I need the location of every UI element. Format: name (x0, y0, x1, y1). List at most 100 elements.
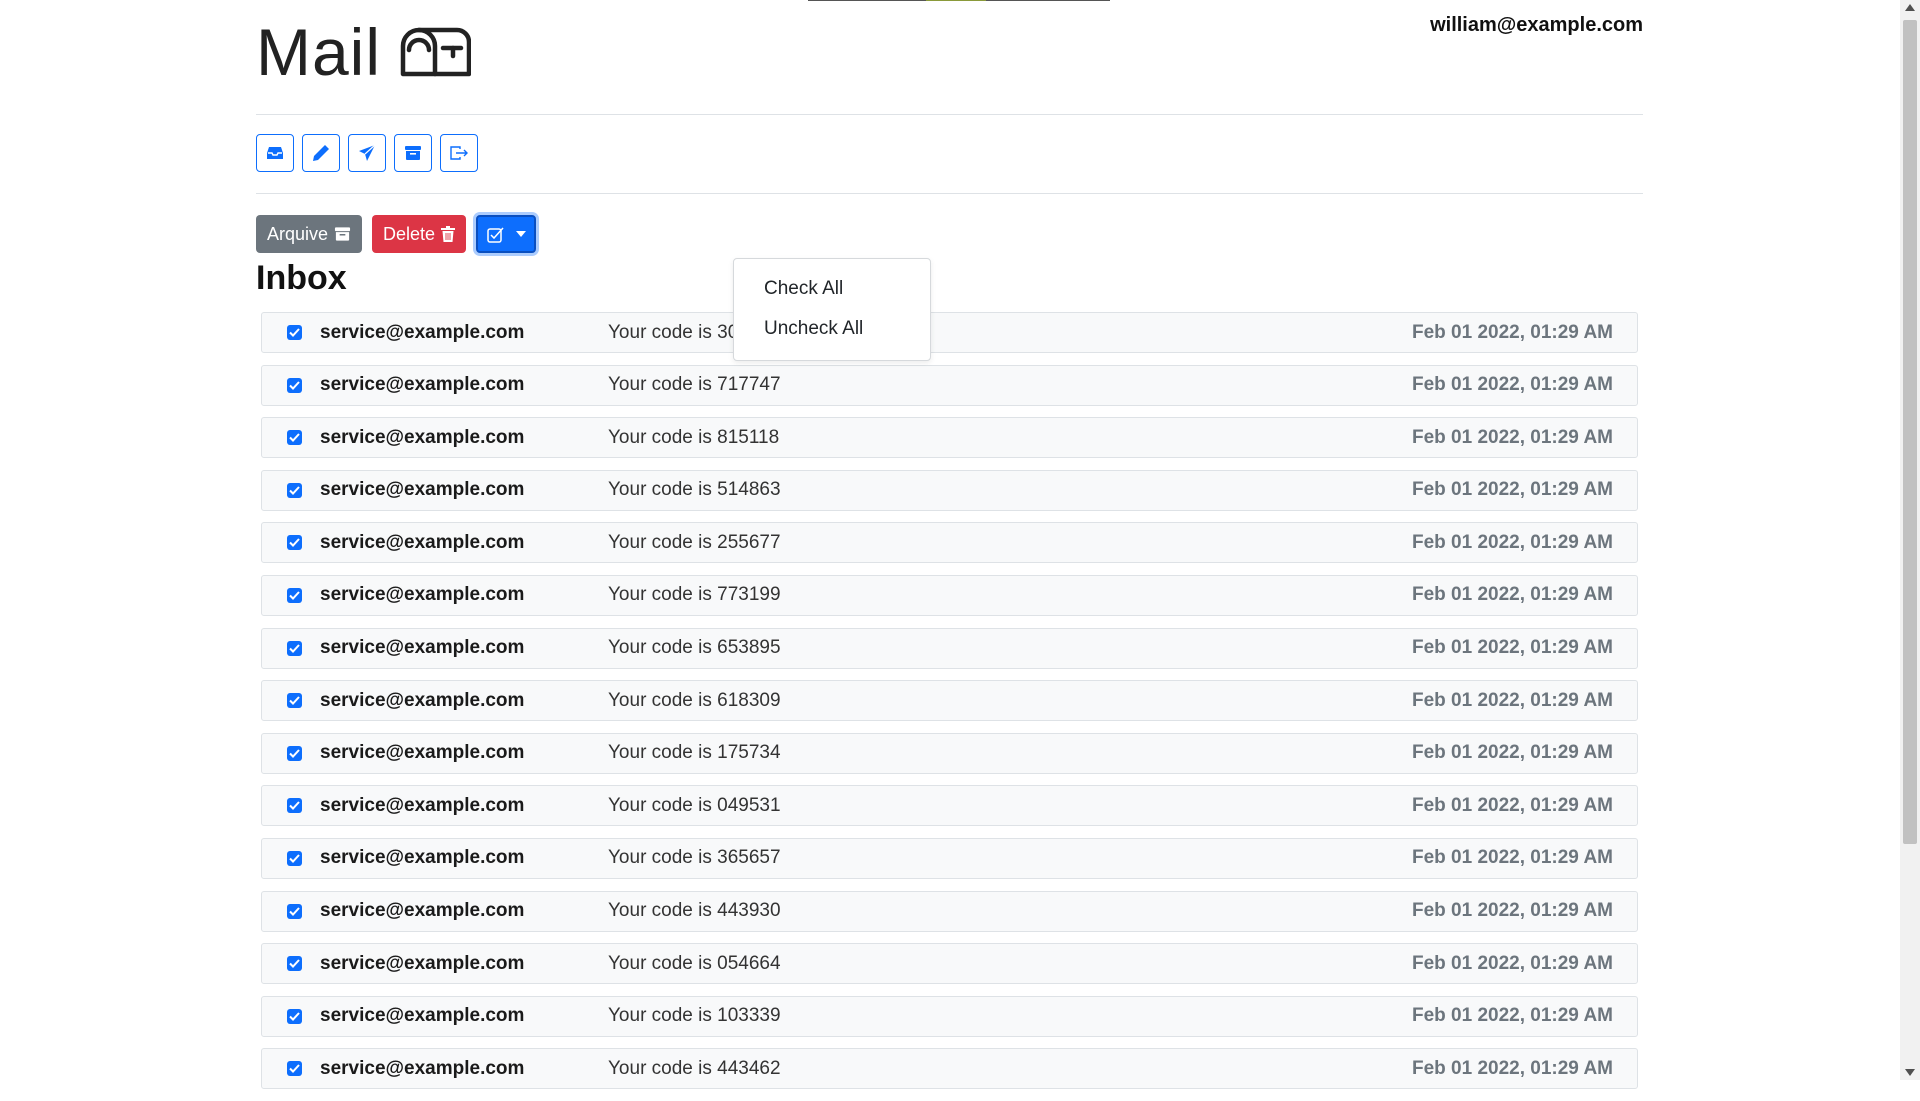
email-subject: Your code is 255677 (608, 531, 781, 553)
delete-button-label: Delete (383, 223, 436, 244)
email-sender: service@example.com (320, 321, 525, 343)
email-sender: service@example.com (320, 900, 525, 922)
compose-button[interactable] (302, 134, 340, 172)
check-all-option[interactable]: Check All (764, 278, 843, 300)
email-row[interactable]: service@example.com Your code is 103339 Fe… (261, 995, 1638, 1037)
checkmark-icon (289, 854, 300, 863)
email-checkbox[interactable] (287, 956, 302, 972)
logout-button[interactable] (440, 134, 478, 172)
email-date: Feb 01 2022, 01:29 AM (1411, 1057, 1613, 1079)
archive-selected-button[interactable]: Arquive (256, 215, 363, 253)
checkmark-icon (289, 959, 300, 969)
checkmark-icon (289, 906, 300, 916)
email-row[interactable]: service@example.com Your code is 443930 Fe… (261, 890, 1638, 932)
email-checkbox[interactable] (287, 535, 302, 551)
checkmark-icon (289, 591, 300, 600)
email-date: Feb 01 2022, 01:29 AM (1411, 637, 1613, 659)
app-title: Mail (256, 15, 382, 89)
send-icon (359, 144, 376, 161)
email-row[interactable]: service@example.com Your code is 653895 Fe… (261, 627, 1638, 669)
archived-button[interactable] (394, 134, 432, 172)
email-date: Feb 01 2022, 01:29 AM (1411, 426, 1613, 448)
checkmark-icon (289, 1064, 300, 1074)
email-row[interactable]: service@example.com Your code is 443462 Fe… (261, 1048, 1638, 1090)
email-checkbox[interactable] (287, 693, 302, 709)
email-row[interactable]: service@example.com Your code is 717747 Fe… (261, 364, 1638, 406)
email-sender: service@example.com (320, 1005, 525, 1027)
email-subject: Your code is 773199 (608, 584, 781, 606)
caret-down-icon (515, 231, 526, 237)
email-row[interactable]: service@example.com Your code is 049531 Fe… (261, 785, 1638, 827)
check-square-icon (486, 226, 504, 243)
select-dropdown-menu: Check All Uncheck All (733, 258, 931, 361)
mailbox-icon (399, 26, 472, 78)
toolbar (256, 134, 478, 172)
email-row[interactable]: service@example.com Your code is 300714 Fe… (261, 312, 1638, 353)
sent-button[interactable] (348, 134, 386, 172)
scroll-thumb[interactable] (1903, 20, 1917, 844)
scroll-up-arrow-icon[interactable] (1905, 4, 1915, 11)
email-subject: Your code is 443930 (608, 900, 781, 922)
checkmark-icon (289, 1012, 300, 1021)
email-checkbox[interactable] (287, 482, 302, 498)
divider (256, 193, 1643, 194)
email-checkbox[interactable] (287, 798, 302, 814)
email-date: Feb 01 2022, 01:29 AM (1411, 374, 1613, 396)
uncheck-all-option[interactable]: Uncheck All (764, 318, 863, 340)
email-row[interactable]: service@example.com Your code is 773199 Fe… (261, 574, 1638, 616)
email-sender: service@example.com (320, 1057, 525, 1079)
email-row[interactable]: service@example.com Your code is 365657 Fe… (261, 837, 1638, 879)
select-dropdown-toggle[interactable] (476, 215, 537, 253)
email-subject: Your code is 103339 (608, 1005, 781, 1027)
email-sender: service@example.com (320, 531, 525, 553)
scrollbar[interactable] (1900, 0, 1920, 1080)
email-row[interactable]: service@example.com Your code is 618309 Fe… (261, 680, 1638, 722)
archive-button-label: Arquive (267, 223, 329, 244)
email-sender: service@example.com (320, 794, 525, 816)
logout-icon (450, 146, 468, 160)
email-row[interactable]: service@example.com Your code is 255677 Fe… (261, 522, 1638, 564)
email-subject: Your code is 365657 (608, 847, 781, 869)
email-checkbox[interactable] (287, 903, 302, 919)
email-row[interactable]: service@example.com Your code is 514863 Fe… (261, 469, 1638, 511)
email-date: Feb 01 2022, 01:29 AM (1411, 689, 1613, 711)
email-row[interactable]: service@example.com Your code is 815118 Fe… (261, 417, 1638, 459)
progress-line (808, 0, 1110, 1)
email-checkbox[interactable] (287, 640, 302, 656)
user-email: william@example.com (1430, 14, 1643, 36)
email-sender: service@example.com (320, 689, 525, 711)
email-date: Feb 01 2022, 01:29 AM (1411, 900, 1613, 922)
archive-icon (405, 146, 421, 160)
archive-icon (334, 227, 351, 241)
email-subject: Your code is 514863 (608, 479, 781, 501)
checkmark-icon (289, 801, 300, 811)
email-checkbox[interactable] (287, 325, 302, 340)
email-checkbox[interactable] (287, 1061, 302, 1077)
email-checkbox[interactable] (287, 430, 302, 446)
checkmark-icon (289, 328, 300, 337)
email-date: Feb 01 2022, 01:29 AM (1411, 794, 1613, 816)
email-row[interactable]: service@example.com Your code is 175734 Fe… (261, 732, 1638, 774)
checkmark-icon (289, 380, 300, 390)
email-sender: service@example.com (320, 584, 525, 606)
email-checkbox[interactable] (287, 850, 302, 866)
brand: Mail (256, 12, 472, 92)
email-sender: service@example.com (320, 847, 525, 869)
bulk-actions: Arquive Delete (256, 215, 537, 253)
email-subject: Your code is 815118 (608, 426, 780, 448)
email-checkbox[interactable] (287, 377, 302, 393)
checkmark-icon (289, 433, 300, 443)
email-date: Feb 01 2022, 01:29 AM (1411, 1005, 1613, 1027)
scroll-down-arrow-icon[interactable] (1905, 1069, 1915, 1076)
email-checkbox[interactable] (287, 1008, 302, 1024)
email-checkbox[interactable] (287, 587, 302, 603)
inbox-button[interactable] (256, 134, 294, 172)
email-list: service@example.com Your code is 300714 Fe… (261, 312, 1638, 1101)
pencil-icon (313, 145, 329, 161)
email-checkbox[interactable] (287, 745, 302, 761)
checkmark-icon (289, 643, 300, 653)
email-sender: service@example.com (320, 479, 525, 501)
email-subject: Your code is 717747 (608, 374, 781, 396)
email-row[interactable]: service@example.com Your code is 054664 Fe… (261, 943, 1638, 985)
delete-selected-button[interactable]: Delete (372, 215, 467, 253)
